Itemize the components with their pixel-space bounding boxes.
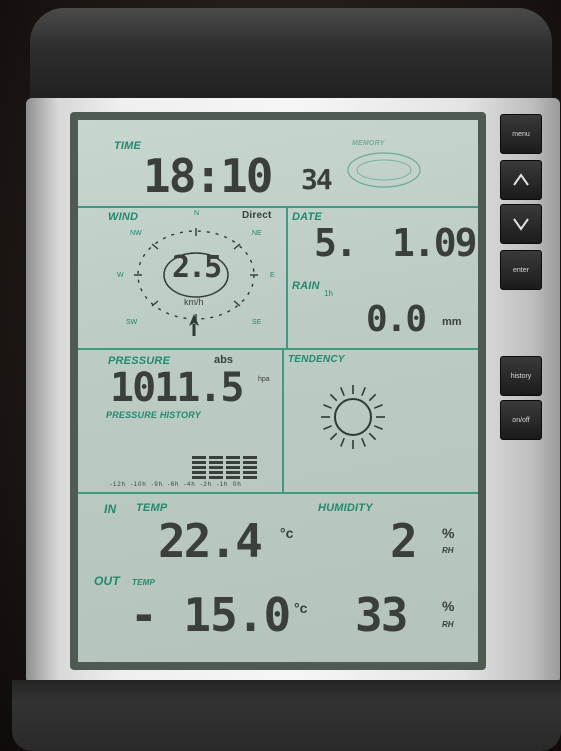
indoor-label: IN bbox=[104, 502, 117, 516]
divider-pressure bbox=[78, 492, 478, 494]
outdoor-humidity-value: 33 bbox=[355, 588, 408, 642]
divider-time bbox=[78, 206, 478, 208]
indoor-humidity-unit: % bbox=[442, 525, 455, 541]
up-arrow-icon bbox=[513, 173, 529, 186]
device-bottom-housing bbox=[12, 680, 561, 751]
indoor-temp-value: 22.4 bbox=[158, 514, 263, 568]
pressure-history-bar-segment bbox=[226, 456, 240, 459]
on-off-button[interactable]: on/off bbox=[500, 400, 542, 440]
up-button[interactable] bbox=[500, 160, 542, 200]
wind-dir-e: E bbox=[270, 272, 275, 279]
outdoor-rh-label: RH bbox=[442, 620, 454, 629]
pressure-history-label: PRESSURE HISTORY bbox=[106, 410, 201, 420]
wind-speed-unit: km/h bbox=[184, 297, 204, 307]
menu-button[interactable]: menu bbox=[500, 114, 542, 154]
sun-icon bbox=[321, 385, 385, 449]
time-label: TIME bbox=[114, 140, 142, 152]
rain-unit: mm bbox=[442, 316, 462, 328]
outdoor-temp-label: TEMP bbox=[132, 578, 156, 587]
history-button-label: history bbox=[510, 372, 532, 380]
divider-wind-date bbox=[286, 206, 288, 348]
on-off-button-label: on/off bbox=[512, 416, 530, 424]
rain-value: 0.0 bbox=[366, 299, 427, 340]
pressure-history-bar-segment bbox=[209, 461, 223, 464]
down-arrow-icon bbox=[513, 218, 529, 231]
menu-button-label: menu bbox=[512, 130, 530, 138]
enter-button-label: enter bbox=[513, 266, 529, 274]
indoor-humidity-value: 2 bbox=[390, 514, 418, 568]
rain-label: RAIN bbox=[292, 280, 320, 292]
pressure-history-bar-segment bbox=[192, 471, 206, 474]
pressure-unit: hpa bbox=[258, 376, 270, 383]
wind-speed-value: 2.5 bbox=[172, 250, 222, 285]
pressure-history-ticks: -12h -10h -9h -6h -4h -2h -1h 0h bbox=[110, 482, 242, 488]
divider-pressure-tendency bbox=[282, 348, 284, 492]
pressure-history-bar-segment bbox=[209, 471, 223, 474]
rain-period: 1h bbox=[324, 289, 333, 298]
tendency-label: TENDENCY bbox=[288, 354, 345, 365]
indoor-temp-label: TEMP bbox=[136, 502, 168, 514]
pressure-history-bar-segment bbox=[243, 476, 257, 479]
date-day: 5. bbox=[314, 221, 358, 265]
indoor-humidity-label: HUMIDITY bbox=[318, 502, 373, 514]
pressure-history-bar-segment bbox=[209, 476, 223, 479]
pressure-value: 1011.5 bbox=[110, 365, 244, 411]
date-month-year: 1.09 bbox=[392, 221, 478, 265]
outdoor-label: OUT bbox=[94, 574, 120, 588]
memory-label: MEMORY bbox=[352, 140, 385, 147]
pressure-history-bar-segment bbox=[209, 466, 223, 469]
pressure-history-bar-segment bbox=[192, 456, 206, 459]
pressure-history-bar-segment bbox=[243, 461, 257, 464]
pressure-history-bar-segment bbox=[226, 466, 240, 469]
pressure-history-bar-segment bbox=[192, 476, 206, 479]
enter-button[interactable]: enter bbox=[500, 250, 542, 290]
history-button[interactable]: history bbox=[500, 356, 542, 396]
divider-wind bbox=[78, 348, 478, 350]
wind-direction-pointer-icon bbox=[189, 314, 199, 336]
pressure-history-bar-segment bbox=[209, 456, 223, 459]
outdoor-temp-unit: °c bbox=[294, 600, 308, 616]
pressure-history-bar-segment bbox=[226, 476, 240, 479]
outdoor-temp-value: - 15.0 bbox=[130, 588, 291, 642]
outdoor-humidity-unit: % bbox=[442, 598, 455, 614]
indoor-temp-unit: °c bbox=[280, 525, 294, 541]
pressure-history-bar-segment bbox=[243, 466, 257, 469]
time-display: 18:10 bbox=[143, 149, 273, 203]
pressure-history-bar-segment bbox=[243, 456, 257, 459]
time-seconds: 34 bbox=[301, 163, 333, 196]
pressure-history-bar-segment bbox=[243, 471, 257, 474]
indoor-rh-label: RH bbox=[442, 546, 454, 555]
wind-dir-n: N bbox=[194, 210, 200, 217]
pressure-history-bar-segment bbox=[226, 461, 240, 464]
pressure-history-bar-segment bbox=[192, 461, 206, 464]
memory-ellipse-icon bbox=[347, 152, 421, 188]
pressure-history-bar-segment bbox=[226, 471, 240, 474]
pressure-history-bar-segment bbox=[192, 466, 206, 469]
down-button[interactable] bbox=[500, 204, 542, 244]
device-top-housing bbox=[30, 8, 552, 108]
